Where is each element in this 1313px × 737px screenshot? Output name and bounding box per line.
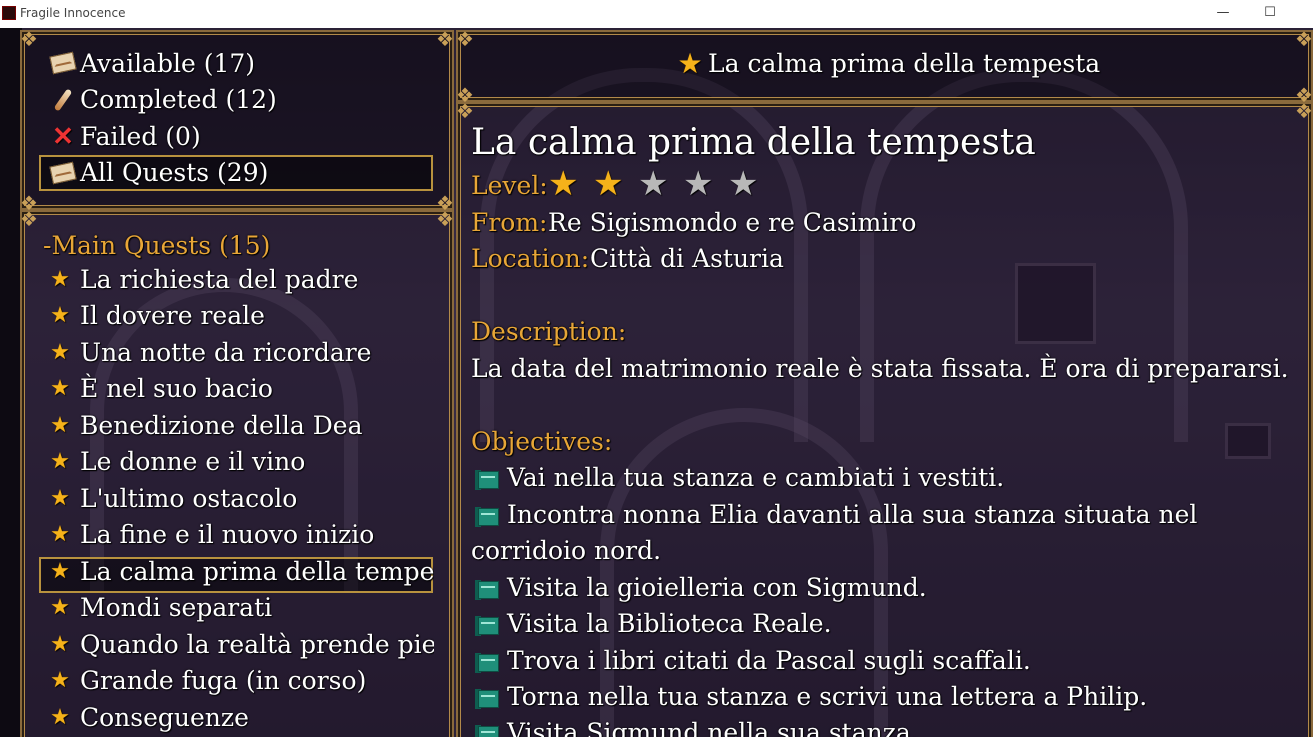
list-item[interactable]: ★ Grande fuga (in corso)	[44, 665, 434, 701]
star-icon: ★	[50, 376, 70, 401]
quest-title: Grande fuga (in corso)	[80, 666, 367, 695]
game-screen: ❖ ❖ ❖ ❖ Available (17) Completed (12) ✕ …	[0, 28, 1313, 737]
frame-corner-ornament: ❖	[436, 28, 454, 51]
window-title-bar: Fragile Innocence — ☐	[0, 0, 1313, 29]
star-empty-icon: ★	[638, 164, 669, 204]
objective-text: Trova i libri citati da Pascal sugli sca…	[507, 646, 1031, 675]
quest-title: La calma prima della tempesta	[80, 557, 434, 586]
list-item[interactable]: ★ Quando la realtà prende piede	[44, 629, 434, 665]
from-label: From:	[471, 208, 548, 237]
star-icon: ★	[50, 413, 70, 438]
book-icon	[475, 506, 501, 528]
list-item[interactable]: ★ L'ultimo ostacolo	[44, 483, 434, 519]
detail-header-title: La calma prima della tempesta	[708, 49, 1101, 78]
list-item[interactable]: ★ Conseguenze	[44, 702, 434, 737]
star-icon: ★	[50, 559, 70, 584]
frame-corner-ornament: ❖	[456, 28, 474, 51]
book-icon	[475, 724, 501, 737]
quest-list: ★ La richiesta del padre ★ Il dovere rea…	[44, 264, 434, 737]
level-label: Level:	[471, 171, 548, 200]
star-icon: ★	[50, 449, 70, 474]
objective-text: Visita la gioielleria con Sigmund.	[507, 573, 927, 602]
frame-corner-ornament: ❖	[1295, 99, 1313, 123]
from-value: Re Sigismondo e re Casimiro	[548, 208, 917, 237]
book-icon	[475, 579, 501, 601]
star-filled-icon: ★	[548, 164, 579, 204]
frame-corner-ornament: ❖	[436, 207, 454, 231]
star-empty-icon: ★	[728, 164, 759, 204]
star-icon: ★	[50, 705, 70, 730]
quest-title: L'ultimo ostacolo	[80, 484, 298, 513]
frame-corner-ornament: ❖	[20, 207, 38, 231]
quest-title: Quando la realtà prende piede	[80, 630, 434, 659]
list-item[interactable]: ★ Mondi separati	[44, 592, 434, 628]
star-icon: ★	[50, 668, 70, 693]
list-item[interactable]: ★ È nel suo bacio	[44, 373, 434, 409]
objective-text: Visita la Biblioteca Reale.	[507, 609, 832, 638]
list-item[interactable]: ★ La richiesta del padre	[44, 264, 434, 300]
star-icon: ★	[50, 303, 70, 328]
left-edge	[0, 28, 22, 737]
star-empty-icon: ★	[683, 164, 714, 204]
window-title: Fragile Innocence	[20, 6, 126, 20]
category-label: All Quests (29)	[80, 158, 269, 187]
level-rating: ★ ★ ★ ★ ★	[548, 166, 768, 202]
red-x-icon: ✕	[52, 122, 74, 152]
star-icon: ★	[50, 595, 70, 620]
star-filled-icon: ★	[593, 164, 624, 204]
list-item[interactable]: ★ Il dovere reale	[44, 300, 434, 336]
quest-title: Una notte da ricordare	[80, 338, 372, 367]
quest-detail-title: La calma prima della tempesta	[471, 122, 1036, 163]
book-icon	[475, 688, 501, 710]
star-icon: ★	[50, 522, 70, 547]
list-item-selected[interactable]: ★ La calma prima della tempesta	[44, 556, 434, 592]
star-icon: ★	[50, 267, 70, 292]
maximize-button[interactable]: ☐	[1247, 0, 1293, 28]
book-icon	[475, 652, 501, 674]
quest-title: La fine e il nuovo inizio	[80, 520, 375, 549]
category-label: Failed (0)	[80, 122, 201, 151]
quest-title: È nel suo bacio	[80, 374, 273, 403]
list-item[interactable]: ★ Benedizione della Dea	[44, 410, 434, 446]
category-label: Completed (12)	[80, 85, 277, 114]
quest-title: Il dovere reale	[80, 301, 265, 330]
quest-title: Conseguenze	[80, 703, 249, 732]
description-text: La data del matrimonio reale è stata fis…	[471, 354, 1289, 383]
star-icon: ★	[677, 47, 703, 80]
frame-corner-ornament: ❖	[20, 28, 38, 51]
objective-text-continued: corridoio nord.	[471, 536, 662, 565]
quest-title: Benedizione della Dea	[80, 411, 363, 440]
objectives-label: Objectives:	[471, 427, 613, 456]
frame-corner-ornament: ❖	[456, 99, 474, 123]
objective-text: Visita Sigmund nella sua stanza.	[507, 718, 919, 737]
quest-title: Mondi separati	[80, 593, 273, 622]
star-icon: ★	[50, 486, 70, 511]
objective-text: Vai nella tua stanza e cambiati i vestit…	[507, 463, 1005, 492]
quest-group-header[interactable]: -Main Quests (15)	[43, 231, 270, 260]
category-label: Available (17)	[80, 49, 256, 78]
description-label: Description:	[471, 317, 627, 346]
quest-title: La richiesta del padre	[80, 265, 359, 294]
frame-corner-ornament: ❖	[1295, 28, 1313, 51]
book-icon	[475, 469, 501, 491]
quest-title: Le donne e il vino	[80, 447, 306, 476]
location-label: Location:	[471, 244, 590, 273]
app-icon	[2, 6, 16, 20]
book-icon	[475, 615, 501, 637]
objective-text: Incontra nonna Elia davanti alla sua sta…	[507, 500, 1198, 529]
minimize-button[interactable]: —	[1200, 0, 1246, 28]
star-icon: ★	[50, 632, 70, 657]
list-item[interactable]: ★ Le donne e il vino	[44, 446, 434, 482]
location-value: Città di Asturia	[590, 244, 784, 273]
list-item[interactable]: ★ La fine e il nuovo inizio	[44, 519, 434, 555]
list-item[interactable]: ★ Una notte da ricordare	[44, 337, 434, 373]
objective-text: Torna nella tua stanza e scrivi una lett…	[507, 682, 1148, 711]
star-icon: ★	[50, 340, 70, 365]
